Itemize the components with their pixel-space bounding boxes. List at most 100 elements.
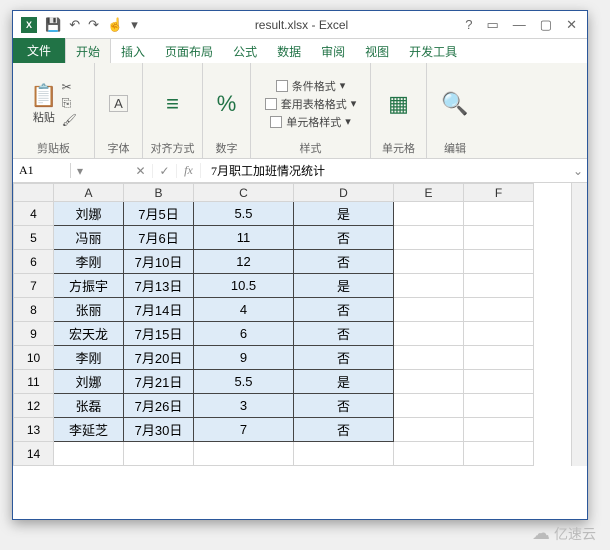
cell-F5[interactable] [464, 226, 534, 250]
col-header-F[interactable]: F [464, 184, 534, 202]
col-header-A[interactable]: A [54, 184, 124, 202]
cell-D13[interactable]: 否 [294, 418, 394, 442]
cell-B7[interactable]: 7月13日 [124, 274, 194, 298]
tab-insert[interactable]: 插入 [111, 39, 155, 63]
tab-file[interactable]: 文件 [13, 38, 65, 63]
cell-E8[interactable] [394, 298, 464, 322]
paste-button[interactable]: 📋 粘贴 [30, 83, 57, 125]
cell-C6[interactable]: 12 [194, 250, 294, 274]
cell-style-button[interactable]: 单元格样式 ▾ [270, 114, 351, 130]
formula-input[interactable]: 7月职工加班情况统计 [201, 162, 569, 179]
cell-F4[interactable] [464, 202, 534, 226]
cell-B11[interactable]: 7月21日 [124, 370, 194, 394]
row-header-7[interactable]: 7 [14, 274, 54, 298]
cell-E6[interactable] [394, 250, 464, 274]
font-icon[interactable]: A [109, 95, 128, 112]
cell-C11[interactable]: 5.5 [194, 370, 294, 394]
cell-D5[interactable]: 否 [294, 226, 394, 250]
cell-F8[interactable] [464, 298, 534, 322]
tab-review[interactable]: 审阅 [311, 39, 355, 63]
cell-B13[interactable]: 7月30日 [124, 418, 194, 442]
help-icon[interactable]: ? [465, 17, 472, 32]
row-header-8[interactable]: 8 [14, 298, 54, 322]
format-painter-icon[interactable]: 🖌 [62, 113, 77, 127]
cell-B8[interactable]: 7月14日 [124, 298, 194, 322]
cell-C10[interactable]: 9 [194, 346, 294, 370]
cell-D14[interactable] [294, 442, 394, 466]
cell-F11[interactable] [464, 370, 534, 394]
undo-icon[interactable]: ↶ [69, 17, 80, 33]
row-header-14[interactable]: 14 [14, 442, 54, 466]
cell-D7[interactable]: 是 [294, 274, 394, 298]
cell-C9[interactable]: 6 [194, 322, 294, 346]
cell-F9[interactable] [464, 322, 534, 346]
table-format-button[interactable]: 套用表格格式 ▾ [265, 96, 357, 112]
col-header-B[interactable]: B [124, 184, 194, 202]
cell-D11[interactable]: 是 [294, 370, 394, 394]
name-box[interactable]: A1 [13, 163, 71, 178]
cell-F6[interactable] [464, 250, 534, 274]
col-header-D[interactable]: D [294, 184, 394, 202]
tab-formulas[interactable]: 公式 [223, 39, 267, 63]
save-icon[interactable]: 💾 [45, 17, 61, 33]
percent-icon[interactable]: % [217, 91, 237, 117]
row-header-9[interactable]: 9 [14, 322, 54, 346]
cell-E14[interactable] [394, 442, 464, 466]
cell-B6[interactable]: 7月10日 [124, 250, 194, 274]
cell-E7[interactable] [394, 274, 464, 298]
cell-C5[interactable]: 11 [194, 226, 294, 250]
cell-D9[interactable]: 否 [294, 322, 394, 346]
col-header-E[interactable]: E [394, 184, 464, 202]
worksheet[interactable]: ABCDEF 4刘娜7月5日5.5是5冯丽7月6日11否6李刚7月10日12否7… [13, 183, 587, 466]
cell-D12[interactable]: 否 [294, 394, 394, 418]
formula-expand-icon[interactable]: ⌄ [569, 164, 587, 178]
close-icon[interactable]: ✕ [566, 17, 577, 33]
cell-D8[interactable]: 否 [294, 298, 394, 322]
cell-D6[interactable]: 否 [294, 250, 394, 274]
cell-A6[interactable]: 李刚 [54, 250, 124, 274]
cell-F7[interactable] [464, 274, 534, 298]
row-header-6[interactable]: 6 [14, 250, 54, 274]
cell-A8[interactable]: 张丽 [54, 298, 124, 322]
cell-C14[interactable] [194, 442, 294, 466]
cell-B5[interactable]: 7月6日 [124, 226, 194, 250]
cells-icon[interactable]: ▦ [388, 91, 409, 117]
cell-F13[interactable] [464, 418, 534, 442]
row-header-12[interactable]: 12 [14, 394, 54, 418]
touch-icon[interactable]: ☝ [107, 17, 123, 33]
cell-D10[interactable]: 否 [294, 346, 394, 370]
tab-dev[interactable]: 开发工具 [399, 39, 467, 63]
vertical-scrollbar[interactable] [571, 183, 587, 466]
cell-E10[interactable] [394, 346, 464, 370]
cell-A13[interactable]: 李延芝 [54, 418, 124, 442]
row-header-4[interactable]: 4 [14, 202, 54, 226]
editing-icon[interactable]: 🔍 [441, 91, 468, 117]
cell-A5[interactable]: 冯丽 [54, 226, 124, 250]
cell-E5[interactable] [394, 226, 464, 250]
cell-A14[interactable] [54, 442, 124, 466]
cell-A12[interactable]: 张磊 [54, 394, 124, 418]
cell-A7[interactable]: 方振宇 [54, 274, 124, 298]
cond-format-button[interactable]: 条件格式 ▾ [276, 78, 346, 94]
namebox-dropdown-icon[interactable]: ▾ [71, 164, 89, 178]
cut-icon[interactable]: ✂ [62, 80, 77, 94]
cell-E9[interactable] [394, 322, 464, 346]
cell-A4[interactable]: 刘娜 [54, 202, 124, 226]
cell-A10[interactable]: 李刚 [54, 346, 124, 370]
restore-icon[interactable]: ▢ [540, 17, 552, 33]
ribbon-toggle-icon[interactable]: ▭ [487, 17, 499, 33]
cell-E11[interactable] [394, 370, 464, 394]
cell-E12[interactable] [394, 394, 464, 418]
tab-home[interactable]: 开始 [65, 38, 111, 63]
fx-icon[interactable]: fx [177, 163, 201, 178]
enter-icon[interactable]: ✓ [153, 164, 177, 178]
tab-layout[interactable]: 页面布局 [155, 39, 223, 63]
cancel-icon[interactable]: ✕ [129, 164, 153, 178]
cell-A9[interactable]: 宏天龙 [54, 322, 124, 346]
col-header-C[interactable]: C [194, 184, 294, 202]
row-header-11[interactable]: 11 [14, 370, 54, 394]
copy-icon[interactable]: ⎘ [62, 96, 77, 111]
row-header-10[interactable]: 10 [14, 346, 54, 370]
cell-C12[interactable]: 3 [194, 394, 294, 418]
cell-F12[interactable] [464, 394, 534, 418]
